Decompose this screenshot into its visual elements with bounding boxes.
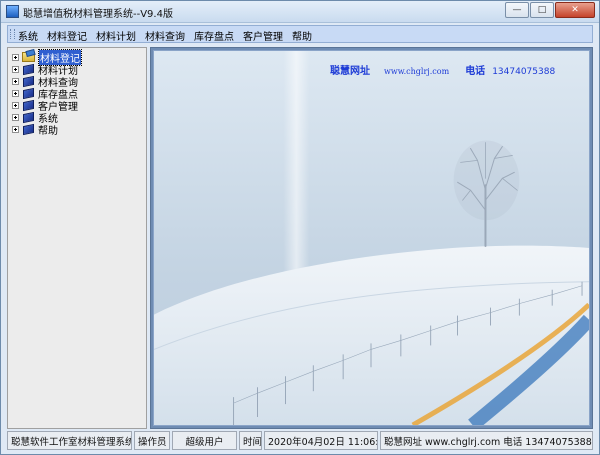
- status-role-value: 超级用户: [172, 431, 237, 450]
- title-bar[interactable]: 聪慧增值税材料管理系统--V9.4版 — □ ✕: [1, 1, 599, 23]
- tree-item-label: 帮助: [38, 125, 58, 137]
- expand-icon[interactable]: [12, 125, 19, 133]
- minimize-button[interactable]: —: [505, 2, 529, 18]
- status-bar: 聪慧软件工作室材料管理系统 操作员 超级用户 时间 2020年04月02日 11…: [7, 431, 595, 450]
- toolbar-grip-icon[interactable]: [10, 29, 15, 39]
- status-footer: 聪慧网址 www.chglrj.com 电话 13474075388: [380, 431, 593, 450]
- content-area: 聪慧网址 www.chglrj.com 电话 13474075388: [150, 47, 593, 429]
- expand-icon[interactable]: [12, 89, 19, 97]
- book-icon: [23, 87, 34, 99]
- phone-number: 13474075388: [492, 67, 556, 77]
- menu-item-inventory[interactable]: 库存盘点: [194, 28, 234, 43]
- menu-item-help[interactable]: 帮助: [292, 28, 312, 43]
- menu-item-material-register[interactable]: 材料登记: [47, 28, 87, 43]
- app-window: 聪慧增值税材料管理系统--V9.4版 — □ ✕ 系统 材料登记 材料计划 材料…: [0, 0, 600, 455]
- window-controls: — □ ✕: [504, 2, 595, 18]
- status-time-label: 时间: [239, 431, 262, 450]
- menu-item-material-query[interactable]: 材料查询: [145, 28, 185, 43]
- status-time-value: 2020年04月02日 11:06:04: [264, 431, 378, 450]
- site-label: 聪慧网址: [330, 66, 370, 77]
- expand-icon[interactable]: [12, 113, 19, 121]
- status-system-name: 聪慧软件工作室材料管理系统: [7, 431, 132, 450]
- expand-icon[interactable]: [12, 101, 19, 109]
- navigation-tree: 材料登记 材料计划 材料查询 库存盘点 客户管理 系统 帮助: [7, 47, 147, 429]
- site-url: www.chglrj.com: [384, 67, 450, 76]
- book-icon: [23, 75, 34, 87]
- window-title: 聪慧增值税材料管理系统--V9.4版: [23, 9, 173, 20]
- phone-label: 电话: [465, 66, 486, 77]
- menu-item-system[interactable]: 系统: [18, 28, 38, 43]
- menu-item-material-plan[interactable]: 材料计划: [96, 28, 136, 43]
- book-icon: [23, 63, 34, 75]
- status-role-label: 操作员: [134, 431, 170, 450]
- folder-open-icon: [22, 52, 35, 62]
- background-image: [154, 51, 589, 425]
- contact-header: 聪慧网址 www.chglrj.com 电话 13474075388: [330, 62, 555, 77]
- menu-item-customer[interactable]: 客户管理: [243, 28, 283, 43]
- expand-icon[interactable]: [12, 65, 19, 73]
- book-icon: [23, 111, 34, 123]
- maximize-button[interactable]: □: [530, 2, 554, 18]
- expand-icon[interactable]: [12, 77, 19, 85]
- book-icon: [23, 99, 34, 111]
- expand-icon[interactable]: [12, 53, 19, 61]
- tree-item-help[interactable]: 帮助: [8, 123, 146, 137]
- book-icon: [23, 123, 34, 135]
- tree-item-system[interactable]: 系统: [8, 111, 146, 125]
- tree-item-customer[interactable]: 客户管理: [8, 99, 146, 113]
- close-button[interactable]: ✕: [555, 2, 595, 18]
- menu-bar: 系统 材料登记 材料计划 材料查询 库存盘点 客户管理 帮助: [7, 25, 593, 43]
- app-icon: [6, 5, 19, 18]
